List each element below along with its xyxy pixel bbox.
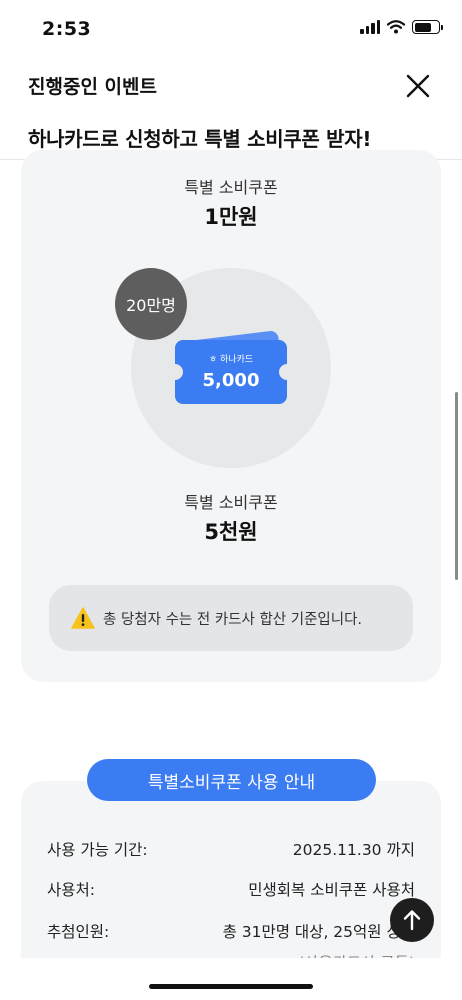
coupon-card: 특별 소비쿠폰 1만원 ㅎ 하나카드 5,000 20만명 특별 소비쿠폰 5천… (21, 150, 441, 682)
close-button[interactable] (404, 72, 432, 100)
status-icons (360, 20, 443, 34)
winner-count-badge: 20만명 (115, 268, 187, 340)
row-value: 총 31만명 대상, 25억원 상당 (222, 923, 415, 941)
warning-icon (71, 607, 95, 629)
close-icon (406, 74, 430, 98)
battery-icon (412, 20, 443, 34)
tier1-value: 1만원 (204, 205, 258, 229)
hana-logo-icon: ㅎ (208, 355, 221, 365)
event-subtitle: 하나카드로 신청하고 특별 소비쿠폰 받자! (28, 127, 372, 151)
coupon-ticket: ㅎ 하나카드 5,000 (167, 340, 295, 404)
arrow-up-icon (403, 910, 421, 931)
row-value: 2025.11.30 까지 (292, 841, 415, 859)
row-key: 추첨인원: (47, 923, 110, 941)
tier2-label: 특별 소비쿠폰 (184, 493, 278, 512)
wifi-icon (387, 20, 405, 34)
row-key: 사용 가능 기간: (47, 841, 148, 859)
header: 진행중인 이벤트 하나카드로 신청하고 특별 소비쿠폰 받자! (0, 60, 462, 160)
ticket-amount: 5,000 (202, 370, 260, 391)
row-value: 민생회복 소비쿠폰 사용처 (248, 881, 415, 899)
ticket-brand: ㅎ 하나카드 (208, 355, 254, 365)
scrollbar[interactable] (455, 392, 458, 580)
home-indicator[interactable] (149, 984, 313, 989)
status-time: 2:53 (42, 18, 92, 40)
row-key: 사용처: (47, 881, 96, 899)
notice-box: 총 당첨자 수는 전 카드사 합산 기준입니다. (49, 585, 413, 651)
usage-guide-title: 특별소비쿠폰 사용 안내 (87, 759, 376, 801)
notice-text: 총 당첨자 수는 전 카드사 합산 기준입니다. (103, 611, 363, 628)
tier1-label: 특별 소비쿠폰 (184, 178, 278, 197)
bottom-safe-area (0, 958, 462, 1000)
scroll-to-top-button[interactable] (390, 898, 434, 942)
status-bar: 2:53 (0, 0, 462, 58)
tier2-value: 5천원 (204, 520, 258, 544)
cellular-signal-icon (360, 20, 380, 34)
usage-guide-card: 사용 가능 기간: 2025.11.30 까지 사용처: 민생회복 소비쿠폰 사… (21, 781, 441, 981)
page-title: 진행중인 이벤트 (28, 76, 157, 98)
